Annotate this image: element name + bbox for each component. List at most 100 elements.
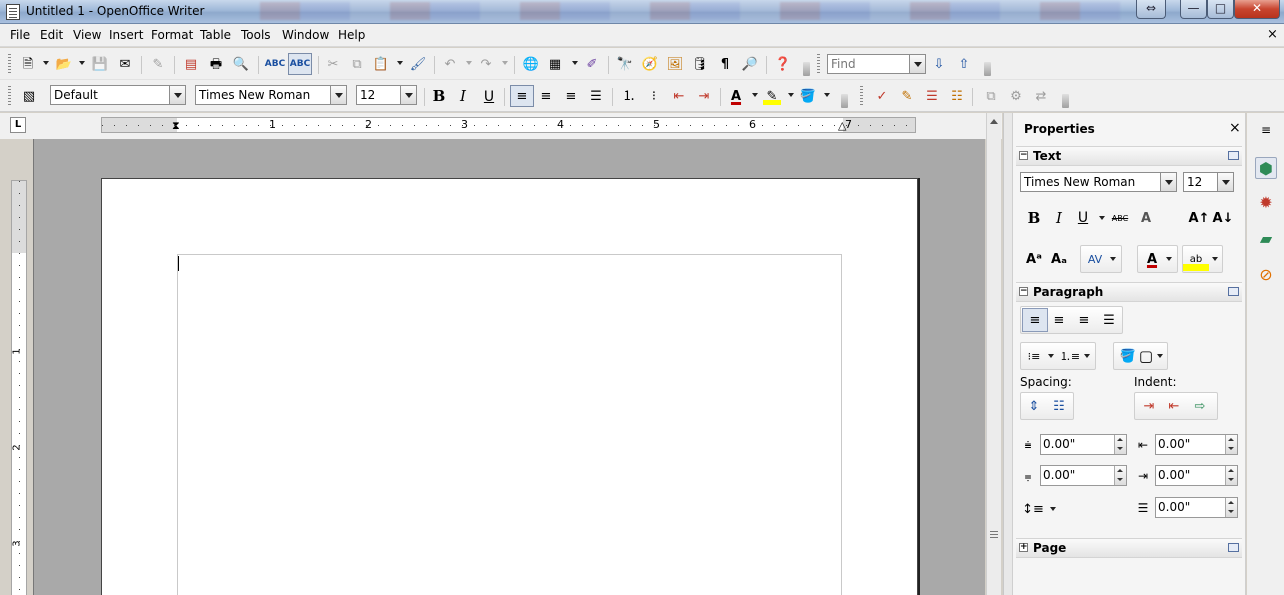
toolbar-grip[interactable] [860,86,863,106]
align-center-icon[interactable]: ≡ [537,88,555,105]
italic-button[interactable]: I [454,88,472,105]
accept-change-icon[interactable]: ☰ [923,88,941,105]
sidebar-align-center-icon[interactable]: ≡ [1046,308,1072,332]
minimize-button[interactable]: — [1180,0,1207,19]
sidebar-splitter[interactable] [1003,113,1012,595]
superscript-icon[interactable]: Aᵃ [1021,247,1047,271]
below-spacing-stepper[interactable] [1114,466,1126,485]
data-sources-icon[interactable]: 🛢 [691,56,709,73]
reject-change-icon[interactable]: ☷ [948,88,966,105]
spellcheck-icon[interactable]: ABC [265,56,285,73]
menu-file[interactable]: File [10,28,30,42]
sidebar-underline-button[interactable]: U [1070,206,1096,230]
find-toolbar-options-icon[interactable] [984,62,991,76]
font-name-dropdown-icon[interactable] [330,86,346,104]
toolbar-grip[interactable] [817,54,820,74]
sidebar-align-left-icon[interactable]: ≡ [1022,308,1048,332]
find-previous-icon[interactable]: ⇧ [955,56,973,73]
decrease-indent-icon[interactable]: ⇤ [670,88,688,105]
first-line-indent-input[interactable]: 0.00" [1155,497,1238,518]
autospellcheck-icon[interactable]: ABC [288,53,312,75]
redo-icon[interactable]: ↷ [477,56,495,73]
text-panel-header[interactable]: − Text [1016,146,1242,166]
paragraph-style-select[interactable]: Default [50,85,186,105]
character-spacing-dropdown-icon[interactable] [1110,257,1116,261]
increase-indent-icon[interactable]: ⇥ [695,88,713,105]
character-spacing-icon[interactable]: AV [1082,247,1108,271]
sidebar-bold-button[interactable]: B [1021,206,1047,230]
styles-formatting-icon[interactable]: ▧ [20,88,38,105]
more-options-icon[interactable] [1228,151,1239,160]
highlighting-icon[interactable]: ✎ [763,88,781,105]
close-window-button[interactable]: ✕ [1234,0,1280,19]
toolbar-grip[interactable] [8,86,11,106]
menu-format[interactable]: Format [151,28,193,42]
tab-stop-selector[interactable]: L [10,117,26,133]
sidebar-justify-icon[interactable]: ☰ [1096,308,1122,332]
before-indent-input[interactable]: 0.00" [1155,434,1238,455]
sidebar-font-color-dropdown-icon[interactable] [1166,257,1172,261]
borders-dropdown-icon[interactable] [1157,354,1163,358]
show-draw-functions-icon[interactable]: ✐ [583,56,601,73]
font-color-icon[interactable]: A [727,88,745,105]
find-replace-icon[interactable]: 🔭 [616,56,634,73]
table-icon[interactable]: ▦ [546,56,564,73]
above-spacing-input[interactable]: 0.00" [1040,434,1127,455]
font-color-dropdown-icon[interactable] [752,93,758,97]
after-indent-input[interactable]: 0.00" [1155,465,1238,486]
sidebar-numbering-icon[interactable]: ⒈≡ [1057,344,1083,368]
menu-help[interactable]: Help [338,28,365,42]
vertical-scrollbar[interactable] [986,113,1001,595]
sidebar-align-right-icon[interactable]: ≡ [1071,308,1097,332]
export-pdf-icon[interactable]: ▤ [182,56,200,73]
track-changes-icon[interactable]: ✓ [873,88,891,105]
properties-deck-icon[interactable]: ⬢ [1255,157,1277,179]
right-indent-marker-icon[interactable]: △ [838,119,846,132]
font-size-select[interactable]: 12 [356,85,417,105]
record-changes-icon[interactable]: ✎ [898,88,916,105]
maximize-button[interactable]: □ [1207,0,1234,19]
sidebar-italic-button[interactable]: I [1046,206,1072,230]
redo-dropdown-icon[interactable] [502,61,508,65]
undo-dropdown-icon[interactable] [466,61,472,65]
toolbar-options-icon[interactable] [841,94,848,108]
after-indent-stepper[interactable] [1225,466,1237,485]
paragraph-style-dropdown-icon[interactable] [169,86,185,104]
decrease-font-icon[interactable]: A↓ [1210,206,1236,230]
sidebar-increase-indent-icon[interactable]: ⇥ [1136,394,1162,418]
sidebar-font-name-dropdown-icon[interactable] [1160,173,1176,191]
background-color-icon[interactable]: 🪣 [799,88,817,105]
sidebar-font-name-select[interactable]: Times New Roman [1020,172,1177,192]
text-boundaries[interactable] [177,254,842,595]
changes-toolbar-options-icon[interactable] [1062,94,1069,108]
numbering-icon[interactable]: ⒈ [620,88,638,105]
below-spacing-input[interactable]: 0.00" [1040,465,1127,486]
more-options-icon[interactable] [1228,287,1239,296]
formatting-marks-icon[interactable]: ¶ [716,56,734,73]
above-spacing-stepper[interactable] [1114,435,1126,454]
help-icon[interactable]: ❓ [774,56,792,73]
new-document-icon[interactable]: 🗎 [19,56,37,73]
styles-deck-icon[interactable]: ✹ [1255,191,1277,213]
clone-formatting-icon[interactable]: 🖌 [409,56,427,73]
new-dropdown-icon[interactable] [43,61,49,65]
increase-font-icon[interactable]: A↑ [1186,206,1212,230]
vertical-ruler[interactable]: 1 2 3 [11,180,27,595]
paste-icon[interactable]: 📋 [372,56,390,73]
justify-icon[interactable]: ☰ [587,88,605,105]
underline-button[interactable]: U [480,88,498,105]
before-indent-stepper[interactable] [1225,435,1237,454]
sidebar-highlighting-icon[interactable]: ab [1183,247,1209,271]
subscript-icon[interactable]: Aₐ [1046,247,1072,271]
left-indent-marker-icon[interactable]: ⧗ [172,119,180,132]
scroll-up-icon[interactable] [990,119,998,124]
strikethrough-button[interactable]: ABC [1107,206,1133,230]
navigator-icon[interactable]: 🧭 [641,56,659,73]
cut-icon[interactable]: ✂ [324,56,342,73]
print-icon[interactable]: 🖶 [207,56,225,73]
font-size-dropdown-icon[interactable] [400,86,416,104]
align-right-icon[interactable]: ≡ [562,88,580,105]
paragraph-panel-header[interactable]: − Paragraph [1016,282,1242,302]
expand-icon[interactable]: + [1019,543,1028,552]
borders-icon[interactable]: ▢ [1133,344,1159,368]
